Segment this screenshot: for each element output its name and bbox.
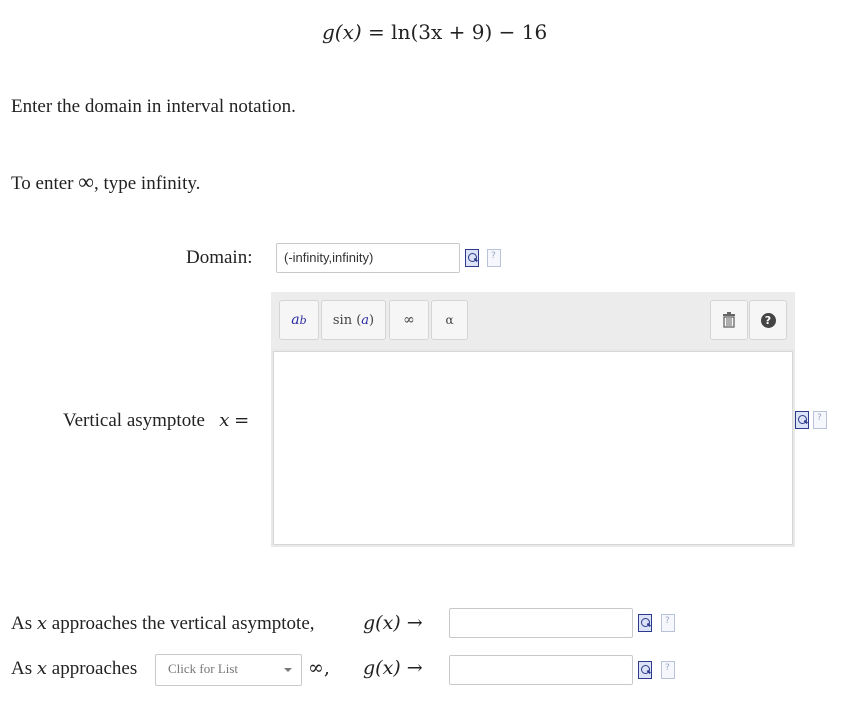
row1-prefix: As — [11, 613, 33, 634]
infinity-instruction: To enter ∞, type infinity. — [11, 169, 200, 195]
row2-gx: g(x) → — [363, 657, 423, 679]
domain-input[interactable]: (-infinity,infinity) — [276, 243, 460, 273]
math-toolbar: ab sin (a) ∞ α ? — [271, 292, 795, 352]
behavior-row2-text: As x approaches — [11, 658, 137, 680]
asymptote-label-text: Vertical asymptote — [63, 410, 205, 431]
asymptote-label: Vertical asymptote x = — [63, 410, 249, 432]
row2-help-doc-icon[interactable] — [661, 661, 675, 679]
trash-button[interactable] — [710, 300, 748, 340]
sin-arg: a — [361, 312, 370, 328]
sin-label: sin — [332, 312, 353, 328]
select-placeholder: Click for List — [168, 661, 239, 676]
asymptote-eq: = — [234, 410, 250, 431]
equation: g(x) = ln(3x + 9) − 16 — [322, 20, 547, 44]
domain-input-value: (-infinity,infinity) — [284, 250, 374, 265]
sigma-preview-icon[interactable] — [795, 411, 809, 429]
row1-preview-icon[interactable] — [638, 614, 652, 632]
row2-prefix: As — [11, 658, 33, 679]
infinity-instruction-suffix: , type infinity. — [93, 173, 201, 194]
infinity-button[interactable]: ∞ — [389, 300, 429, 340]
infinity-symbol: ∞ — [78, 169, 94, 194]
row1-gx: g(x) → — [363, 612, 423, 634]
math-editor[interactable] — [273, 351, 793, 545]
alpha-label: α — [445, 313, 454, 327]
domain-label: Domain: — [186, 247, 253, 268]
row1-arrow: → — [406, 612, 423, 634]
behavior-row1-text: As x approaches the vertical asymptote, — [11, 613, 315, 635]
power-base: a — [291, 312, 300, 328]
row2-arrow: → — [406, 657, 423, 679]
behavior-row2-input[interactable] — [449, 655, 633, 685]
preview-icon[interactable] — [465, 249, 479, 267]
help-doc-icon[interactable] — [487, 249, 501, 267]
direction-select[interactable]: Click for List — [155, 654, 302, 686]
infinity-label: ∞ — [403, 312, 415, 328]
domain-instruction: Enter the domain in interval notation. — [11, 96, 296, 117]
help-button[interactable]: ? — [749, 300, 787, 340]
row2-mid: approaches — [51, 658, 138, 679]
row2-var: x — [36, 658, 48, 679]
row1-gx-label: g(x) — [363, 612, 401, 634]
power-button[interactable]: ab — [279, 300, 319, 340]
row2-infinity: ∞, — [308, 657, 330, 679]
sin-button[interactable]: sin (a) — [321, 300, 386, 340]
equation-lhs: g(x) — [322, 20, 362, 44]
row1-var: x — [36, 613, 48, 634]
row1-help-doc-icon[interactable] — [661, 614, 675, 632]
row1-suffix: approaches the vertical asymptote, — [51, 613, 315, 634]
power-exp: b — [299, 313, 307, 327]
equals-sign: = — [368, 20, 392, 44]
chevron-down-icon — [284, 668, 292, 672]
alpha-button[interactable]: α — [431, 300, 468, 340]
infinity-instruction-prefix: To enter — [11, 173, 74, 194]
trash-icon — [723, 312, 735, 328]
row2-preview-icon[interactable] — [638, 661, 652, 679]
row2-gx-label: g(x) — [363, 657, 401, 679]
equation-rhs: ln(3x + 9) − 16 — [391, 20, 548, 44]
behavior-row1-input[interactable] — [449, 608, 633, 638]
help-icon: ? — [760, 312, 776, 328]
asymptote-help-doc-icon[interactable] — [813, 411, 827, 429]
asymptote-var: x — [219, 410, 230, 431]
